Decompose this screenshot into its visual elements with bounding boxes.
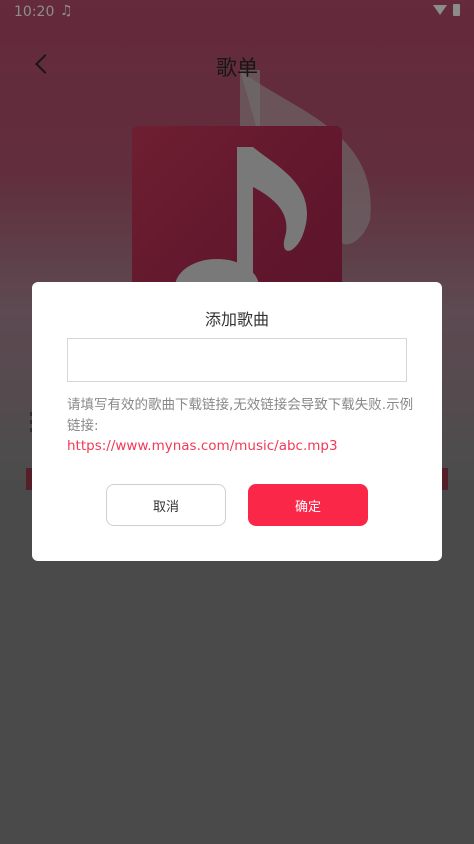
dialog-title: 添加歌曲 (204, 310, 269, 329)
cancel-button[interactable]: 取消 (106, 484, 226, 526)
hint-text: 请填写有效的歌曲下载链接,无效链接会导致下载失败.示例链接: (67, 397, 414, 434)
confirm-button[interactable]: 确定 (248, 484, 368, 526)
song-url-input[interactable] (67, 338, 407, 382)
example-url: https://www.mynas.com/music/abc.mp3 (67, 438, 338, 454)
add-song-dialog: 添加歌曲 请填写有效的歌曲下载链接,无效链接会导致下载失败.示例链接: http… (32, 282, 442, 561)
